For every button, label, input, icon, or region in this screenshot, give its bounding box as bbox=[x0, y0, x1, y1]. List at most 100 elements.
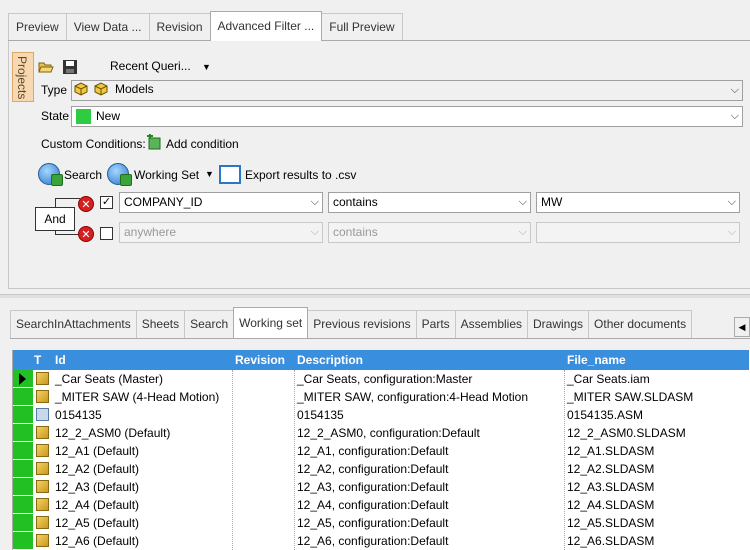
chevron-down-icon: ⌵ bbox=[727, 226, 736, 238]
assembly-icon bbox=[36, 462, 49, 475]
condition-value-text: MW bbox=[541, 195, 563, 209]
search-button[interactable]: Search bbox=[64, 168, 102, 182]
chevron-down-icon[interactable]: ▼ bbox=[205, 169, 214, 179]
table-row[interactable]: 12_A6 (Default) 12_A6, configuration:Defa… bbox=[13, 532, 749, 550]
tab-advanced-filter[interactable]: Advanced Filter ... bbox=[209, 11, 323, 41]
recent-queries-dropdown[interactable]: Recent Queri... ▼ bbox=[110, 59, 211, 73]
condition-field-value: COMPANY_ID bbox=[124, 195, 203, 209]
chevron-down-icon: ⌵ bbox=[518, 226, 527, 238]
cell-description: 12_A3, configuration:Default bbox=[297, 480, 449, 494]
cell-file-name: _MITER SAW.SLDASM bbox=[567, 390, 694, 404]
table-row[interactable]: 12_A2 (Default) 12_A2, configuration:Defa… bbox=[13, 460, 749, 478]
recent-queries-label: Recent Queri... bbox=[110, 59, 191, 73]
tab-preview[interactable]: Preview bbox=[8, 13, 67, 41]
panel-splitter[interactable] bbox=[0, 294, 750, 298]
tab-full-preview[interactable]: Full Preview bbox=[321, 13, 403, 41]
type-select[interactable]: Models bbox=[111, 80, 743, 101]
cell-id: 12_A4 (Default) bbox=[55, 498, 140, 512]
tab-revision[interactable]: Revision bbox=[148, 13, 211, 41]
assembly-icon bbox=[36, 498, 49, 511]
state-label: State bbox=[41, 109, 70, 123]
projects-label: Projects bbox=[15, 56, 29, 100]
add-condition-button[interactable]: Add condition bbox=[166, 137, 239, 151]
condition-operator-select[interactable]: contains ⌵ bbox=[328, 192, 531, 213]
table-row[interactable]: 0154135 0154135 0154135.ASM bbox=[13, 406, 749, 424]
table-row[interactable]: 12_A4 (Default) 12_A4, configuration:Defa… bbox=[13, 496, 749, 514]
column-header-revision[interactable]: Revision bbox=[235, 353, 285, 367]
results-grid: T Id Revision Description File_name _Car… bbox=[12, 350, 750, 550]
save-icon[interactable] bbox=[62, 59, 78, 75]
add-condition-icon[interactable] bbox=[146, 134, 162, 150]
tab-previous-revisions[interactable]: Previous revisions bbox=[307, 310, 417, 338]
cell-id: 12_2_ASM0 (Default) bbox=[55, 426, 171, 440]
column-header-file-name[interactable]: File_name bbox=[567, 353, 626, 367]
cell-id: _MITER SAW (4-Head Motion) bbox=[55, 390, 220, 404]
condition-value-input[interactable]: ⌵ bbox=[536, 222, 740, 243]
condition-enabled-checkbox[interactable] bbox=[100, 227, 113, 240]
export-csv-icon[interactable] bbox=[219, 165, 241, 184]
cell-file-name: 12_A1.SLDASM bbox=[567, 444, 655, 458]
table-row[interactable]: 12_A3 (Default) 12_A3, configuration:Defa… bbox=[13, 478, 749, 496]
cell-description: _MITER SAW, configuration:4-Head Motion bbox=[297, 390, 528, 404]
remove-condition-icon[interactable]: ✕ bbox=[78, 226, 94, 242]
tab-search-in-attachments[interactable]: SearchInAttachments bbox=[10, 310, 137, 338]
working-set-icon[interactable] bbox=[107, 163, 132, 186]
cell-description: 12_A2, configuration:Default bbox=[297, 462, 449, 476]
search-icon[interactable] bbox=[38, 163, 63, 186]
table-row[interactable]: _MITER SAW (4-Head Motion) _MITER SAW, co… bbox=[13, 388, 749, 406]
logic-and-button[interactable]: And bbox=[35, 207, 75, 231]
status-indicator bbox=[13, 478, 33, 495]
cell-file-name: 12_A5.SLDASM bbox=[567, 516, 655, 530]
cell-description: 0154135 bbox=[297, 408, 344, 422]
tab-working-set[interactable]: Working set bbox=[233, 307, 309, 338]
tab-scroll-left-icon[interactable]: ◀ bbox=[734, 317, 750, 337]
status-indicator bbox=[13, 532, 33, 549]
cell-description: 12_A5, configuration:Default bbox=[297, 516, 449, 530]
condition-operator-value: contains bbox=[333, 225, 378, 239]
grid-header: T Id Revision Description File_name bbox=[13, 350, 749, 370]
column-header-description[interactable]: Description bbox=[297, 353, 363, 367]
chevron-down-icon: ▼ bbox=[202, 62, 211, 72]
tab-parts[interactable]: Parts bbox=[415, 310, 456, 338]
type-label: Type bbox=[41, 83, 68, 97]
state-select[interactable]: New ⌵ bbox=[71, 106, 743, 127]
table-row[interactable]: 12_A5 (Default) 12_A5, configuration:Defa… bbox=[13, 514, 749, 532]
chevron-down-icon: ⌵ bbox=[727, 196, 736, 208]
condition-enabled-checkbox[interactable]: ✓ bbox=[100, 196, 113, 209]
column-header-type[interactable]: T bbox=[34, 353, 41, 367]
status-indicator bbox=[13, 424, 33, 441]
tab-search[interactable]: Search bbox=[184, 310, 235, 338]
assembly-icon bbox=[36, 372, 49, 385]
tab-drawings[interactable]: Drawings bbox=[527, 310, 590, 338]
cell-description: 12_2_ASM0, configuration:Default bbox=[297, 426, 480, 440]
cell-id: 12_A3 (Default) bbox=[55, 480, 140, 494]
cell-id: _Car Seats (Master) bbox=[55, 372, 164, 386]
assembly-icon bbox=[36, 480, 49, 493]
projects-side-tab[interactable]: Projects bbox=[12, 52, 34, 102]
condition-value-input[interactable]: MW ⌵ bbox=[536, 192, 740, 213]
status-indicator bbox=[13, 370, 33, 387]
cell-description: 12_A1, configuration:Default bbox=[297, 444, 449, 458]
state-color-swatch bbox=[76, 109, 91, 124]
condition-field-select[interactable]: COMPANY_ID ⌵ bbox=[119, 192, 323, 213]
status-indicator bbox=[13, 496, 33, 513]
status-indicator bbox=[13, 406, 33, 423]
chevron-down-icon: ⌵ bbox=[310, 196, 319, 208]
table-row[interactable]: 12_A1 (Default) 12_A1, configuration:Defa… bbox=[13, 442, 749, 460]
cell-description: _Car Seats, configuration:Master bbox=[297, 372, 473, 386]
export-csv-button[interactable]: Export results to .csv bbox=[245, 168, 356, 182]
tab-sheets[interactable]: Sheets bbox=[135, 310, 186, 338]
table-row[interactable]: 12_2_ASM0 (Default) 12_2_ASM0, configurat… bbox=[13, 424, 749, 442]
condition-field-select[interactable]: anywhere ⌵ bbox=[119, 222, 323, 243]
remove-condition-icon[interactable]: ✕ bbox=[78, 196, 94, 212]
condition-operator-select[interactable]: contains ⌵ bbox=[328, 222, 531, 243]
assembly-icon bbox=[36, 516, 49, 529]
folder-open-icon[interactable] bbox=[38, 59, 54, 75]
tab-assemblies[interactable]: Assemblies bbox=[454, 310, 529, 338]
table-row[interactable]: _Car Seats (Master) _Car Seats, configura… bbox=[13, 370, 749, 388]
tab-other-documents[interactable]: Other documents bbox=[588, 310, 693, 338]
column-header-id[interactable]: Id bbox=[55, 353, 66, 367]
tab-view-data[interactable]: View Data ... bbox=[65, 13, 150, 41]
working-set-button[interactable]: Working Set bbox=[134, 168, 199, 182]
condition-operator-value: contains bbox=[333, 195, 378, 209]
